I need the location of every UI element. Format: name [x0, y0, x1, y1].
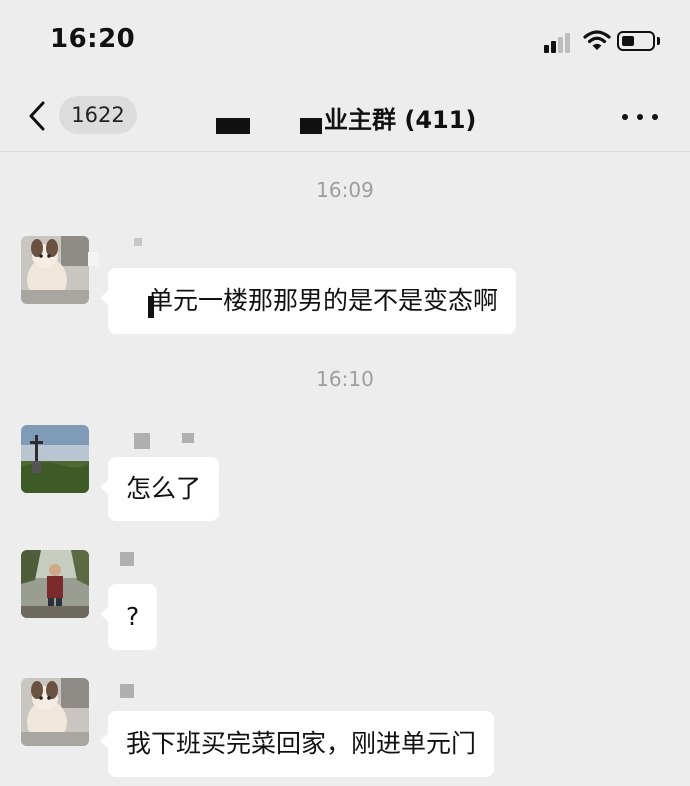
sender-name-redacted: [182, 433, 194, 443]
sender-name-redacted: [120, 684, 134, 698]
sender-avatar[interactable]: [21, 236, 89, 304]
redaction-block: [300, 118, 322, 134]
redaction-block: [216, 118, 250, 134]
redaction-block: [148, 296, 154, 318]
chat-title: 业主群 (411): [324, 106, 477, 134]
message-bubble[interactable]: 怎么了: [99, 457, 220, 521]
more-horizontal-icon[interactable]: [622, 112, 658, 122]
chat-header: 1622 业主群 (411): [0, 80, 690, 152]
unread-count-badge[interactable]: 1622: [59, 96, 137, 134]
status-time: 16:20: [50, 24, 136, 54]
message-bubble[interactable]: ?: [99, 584, 158, 650]
dog-photo-avatar: [21, 678, 89, 746]
status-bar: 16:20: [0, 0, 690, 80]
sender-avatar[interactable]: [21, 678, 89, 746]
sender-avatar[interactable]: [21, 550, 89, 618]
battery-tip: [657, 37, 660, 45]
message-timestamp: 16:09: [316, 178, 374, 202]
landscape-cross-photo-avatar: [21, 425, 89, 493]
battery-icon: [617, 31, 655, 51]
message-bubble[interactable]: 我下班买完菜回家，刚进单元门: [99, 711, 495, 777]
chevron-left-icon[interactable]: [22, 96, 52, 136]
message-timestamp: 16:10: [316, 367, 374, 391]
person-outdoor-photo-avatar: [21, 550, 89, 618]
sender-name-redacted: [134, 433, 150, 449]
cellular-signal-icon: [544, 31, 576, 53]
sender-name-redacted: [134, 238, 142, 246]
sender-avatar[interactable]: [21, 425, 89, 493]
wifi-icon: [583, 30, 611, 50]
dog-photo-avatar: [21, 236, 89, 304]
mosaic-patch: [88, 252, 98, 266]
sender-name-redacted: [120, 552, 134, 566]
message-bubble[interactable]: 单元一楼那那男的是不是变态啊: [99, 268, 517, 334]
